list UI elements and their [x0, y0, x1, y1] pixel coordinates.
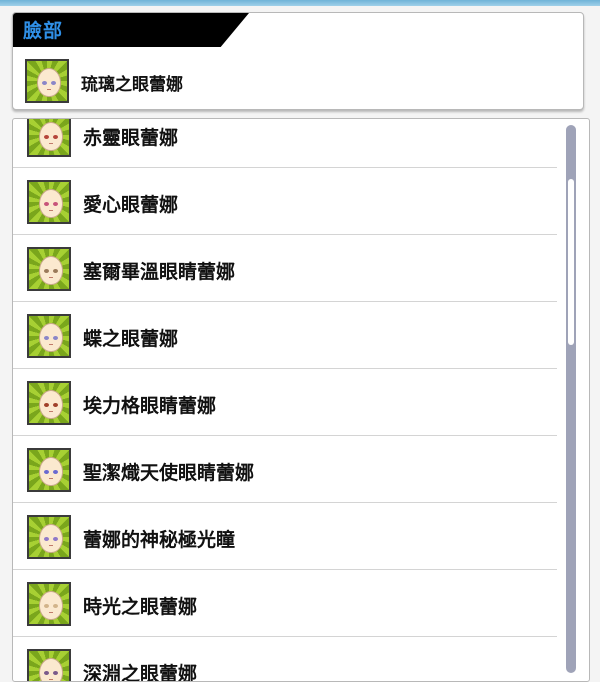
- list-item-label: 蝶之眼蕾娜: [83, 328, 179, 350]
- selected-item-label: 琉璃之眼蕾娜: [81, 75, 183, 95]
- list-item[interactable]: 蕾娜的神秘極光瞳: [13, 503, 557, 570]
- list-item[interactable]: 聖潔熾天使眼睛蕾娜: [13, 436, 557, 503]
- face-category-panel: 臉部 琉璃之眼蕾娜: [12, 12, 584, 110]
- face-list-panel[interactable]: 赤靈眼蕾娜愛心眼蕾娜塞爾畢溫眼睛蕾娜 蝶之眼蕾娜埃力格眼睛蕾娜聖潔熾天使眼睛蕾娜蕾…: [12, 118, 590, 682]
- window-top-bar: [0, 0, 600, 6]
- face-thumbnail-icon: [27, 314, 71, 358]
- face-thumbnail-icon: [27, 247, 71, 291]
- list-item-label: 深淵之眼蕾娜: [83, 663, 198, 682]
- face-thumbnail-icon: [27, 448, 71, 492]
- list-item-label: 蕾娜的神秘極光瞳: [83, 529, 236, 551]
- list-item[interactable]: 時光之眼蕾娜: [13, 570, 557, 637]
- face-thumbnail-icon: [27, 180, 71, 224]
- face-thumbnail-icon: [27, 582, 71, 626]
- scrollbar-thumb[interactable]: [568, 179, 574, 345]
- list-item[interactable]: 深淵之眼蕾娜: [13, 637, 557, 682]
- list-item-label: 聖潔熾天使眼睛蕾娜: [83, 462, 255, 484]
- list-item[interactable]: 塞爾畢溫眼睛蕾娜: [13, 235, 557, 302]
- list-item-label: 埃力格眼睛蕾娜: [83, 395, 217, 417]
- face-thumbnail-icon: [27, 119, 71, 157]
- list-item[interactable]: 埃力格眼睛蕾娜: [13, 369, 557, 436]
- face-list: 赤靈眼蕾娜愛心眼蕾娜塞爾畢溫眼睛蕾娜 蝶之眼蕾娜埃力格眼睛蕾娜聖潔熾天使眼睛蕾娜蕾…: [13, 119, 559, 682]
- list-item[interactable]: 赤靈眼蕾娜: [13, 119, 557, 168]
- face-thumbnail-icon: [25, 59, 69, 103]
- list-item[interactable]: 蝶之眼蕾娜: [13, 302, 557, 369]
- face-thumbnail-icon: [27, 381, 71, 425]
- face-thumbnail-icon: [27, 649, 71, 681]
- face-thumbnail-icon: [27, 515, 71, 559]
- list-item[interactable]: 愛心眼蕾娜: [13, 168, 557, 235]
- list-item-label: 時光之眼蕾娜: [83, 596, 198, 618]
- selected-face-item[interactable]: 琉璃之眼蕾娜: [13, 55, 583, 107]
- category-title: 臉部: [23, 20, 64, 42]
- list-item-label: 愛心眼蕾娜: [83, 194, 179, 216]
- list-item-label: 赤靈眼蕾娜: [83, 127, 179, 149]
- list-item-label: 塞爾畢溫眼睛蕾娜: [83, 261, 236, 283]
- scrollbar-track[interactable]: [566, 125, 576, 673]
